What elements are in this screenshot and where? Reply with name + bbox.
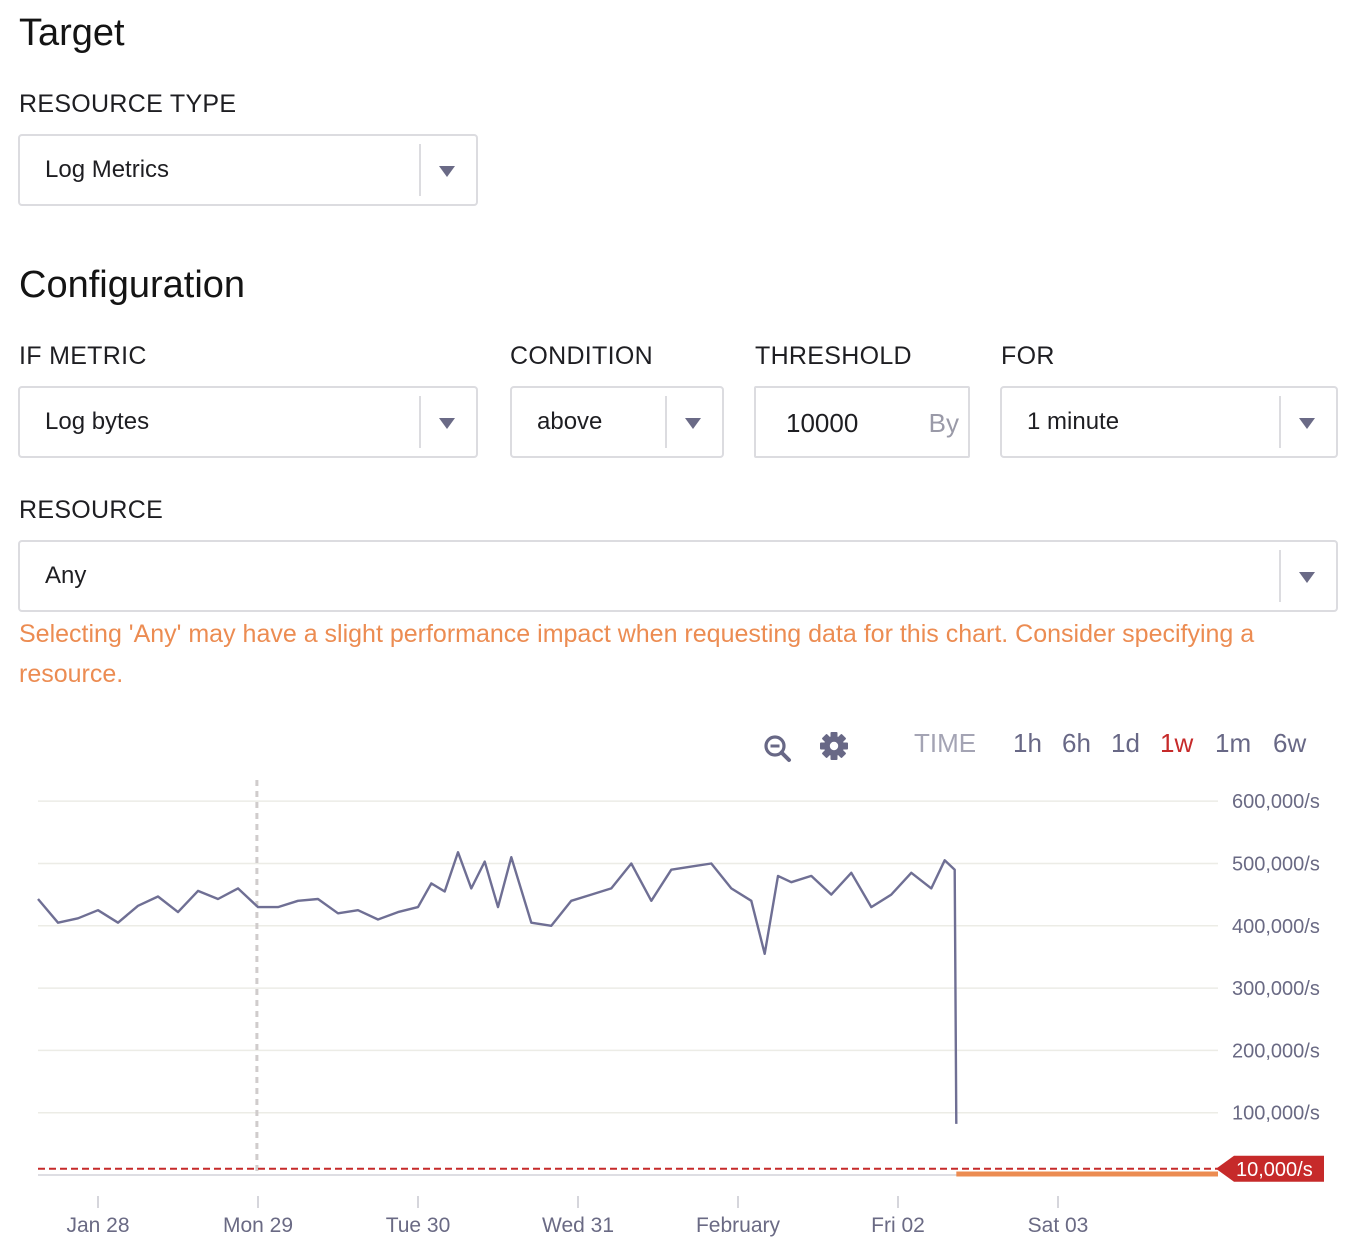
x-tick-label: Mon 29 xyxy=(223,1214,293,1237)
range-1w-button[interactable]: 1w xyxy=(1160,728,1193,759)
resource-label: RESOURCE xyxy=(19,496,164,524)
threshold-input[interactable] xyxy=(786,406,860,440)
for-label: FOR xyxy=(1001,342,1055,370)
threshold-field[interactable]: By xyxy=(754,386,970,458)
range-6h-button[interactable]: 6h xyxy=(1062,728,1091,759)
y-tick-label: 200,000/s xyxy=(1232,1040,1320,1062)
time-label: TIME xyxy=(914,728,977,758)
if-metric-select[interactable]: Log bytes xyxy=(18,386,478,458)
y-tick-label: 400,000/s xyxy=(1232,916,1320,938)
if-metric-label: IF METRIC xyxy=(19,342,147,370)
condition-label: CONDITION xyxy=(510,342,653,370)
x-tick-label: Wed 31 xyxy=(542,1214,614,1237)
y-tick-label: 300,000/s xyxy=(1232,978,1320,1000)
resource-value: Any xyxy=(45,562,87,589)
caret-down-icon xyxy=(1299,418,1315,429)
performance-warning: Selecting 'Any' may have a slight perfor… xyxy=(19,620,1255,688)
resource-type-value: Log Metrics xyxy=(45,156,170,183)
resource-type-select[interactable]: Log Metrics xyxy=(18,134,478,206)
threshold-label: 10,000/s xyxy=(1236,1159,1313,1181)
y-tick-label: 600,000/s xyxy=(1232,791,1320,813)
zoom-out-icon[interactable] xyxy=(762,733,792,768)
configuration-heading: Configuration xyxy=(19,264,246,306)
range-1d-button[interactable]: 1d xyxy=(1111,728,1140,759)
range-6w-button[interactable]: 6w xyxy=(1273,728,1306,759)
select-divider xyxy=(419,396,421,448)
log-bytes-chart[interactable]: 100,000/s 200,000/s 300,000/s 400,000/s 500,… xyxy=(0,770,1358,1250)
for-value: 1 minute xyxy=(1027,408,1120,435)
range-1h-button[interactable]: 1h xyxy=(1013,728,1042,759)
x-tick-label: Fri 02 xyxy=(871,1214,925,1237)
select-divider xyxy=(665,396,667,448)
y-tick-label: 100,000/s xyxy=(1232,1103,1320,1125)
if-metric-value: Log bytes xyxy=(45,408,150,435)
select-divider xyxy=(1279,396,1281,448)
threshold-unit: By xyxy=(928,408,959,438)
range-1m-button[interactable]: 1m xyxy=(1215,728,1251,759)
caret-down-icon xyxy=(439,418,455,429)
x-tick-label: Tue 30 xyxy=(386,1214,451,1237)
x-tick-label: February xyxy=(696,1214,781,1237)
caret-down-icon xyxy=(685,418,701,429)
threshold-label: THRESHOLD xyxy=(755,342,912,370)
target-heading: Target xyxy=(19,12,125,54)
resource-type-label: RESOURCE TYPE xyxy=(19,90,237,118)
caret-down-icon xyxy=(439,166,455,177)
resource-select[interactable]: Any xyxy=(18,540,1338,612)
x-tick-label: Jan 28 xyxy=(66,1214,129,1237)
select-divider xyxy=(1279,550,1281,602)
select-divider xyxy=(419,144,421,196)
condition-select[interactable]: above xyxy=(510,386,724,458)
condition-value: above xyxy=(537,408,603,435)
x-tick-label: Sat 03 xyxy=(1028,1214,1089,1237)
y-tick-label: 500,000/s xyxy=(1232,853,1320,875)
for-select[interactable]: 1 minute xyxy=(1000,386,1338,458)
gear-icon[interactable] xyxy=(819,731,849,766)
caret-down-icon xyxy=(1299,572,1315,583)
